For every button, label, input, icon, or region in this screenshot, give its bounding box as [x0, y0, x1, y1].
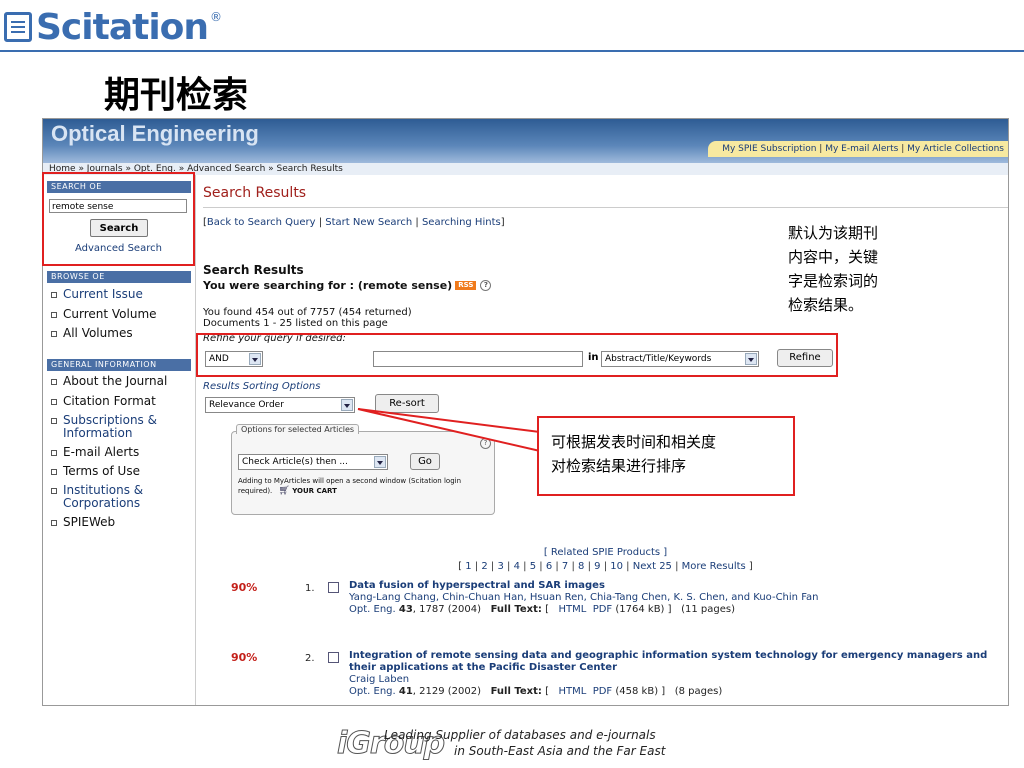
sort-callout-text: 可根据发表时间和相关度 对检索结果进行排序 — [551, 433, 717, 475]
callout-arrow — [357, 408, 541, 453]
default-search-note: 默认为该期刊 内容中，关键 字是检索词的 检索结果。 — [788, 224, 879, 314]
footer-tagline: Leading Supplier of databases and e-jour… — [384, 727, 665, 759]
callout-pointer — [357, 408, 541, 453]
tagline-line-2: in South-East Asia and the Far East — [454, 744, 666, 758]
sort-callout: 可根据发表时间和相关度 对检索结果进行排序 — [537, 416, 795, 496]
tagline-line-1: Leading Supplier of databases and e-jour… — [384, 728, 656, 742]
